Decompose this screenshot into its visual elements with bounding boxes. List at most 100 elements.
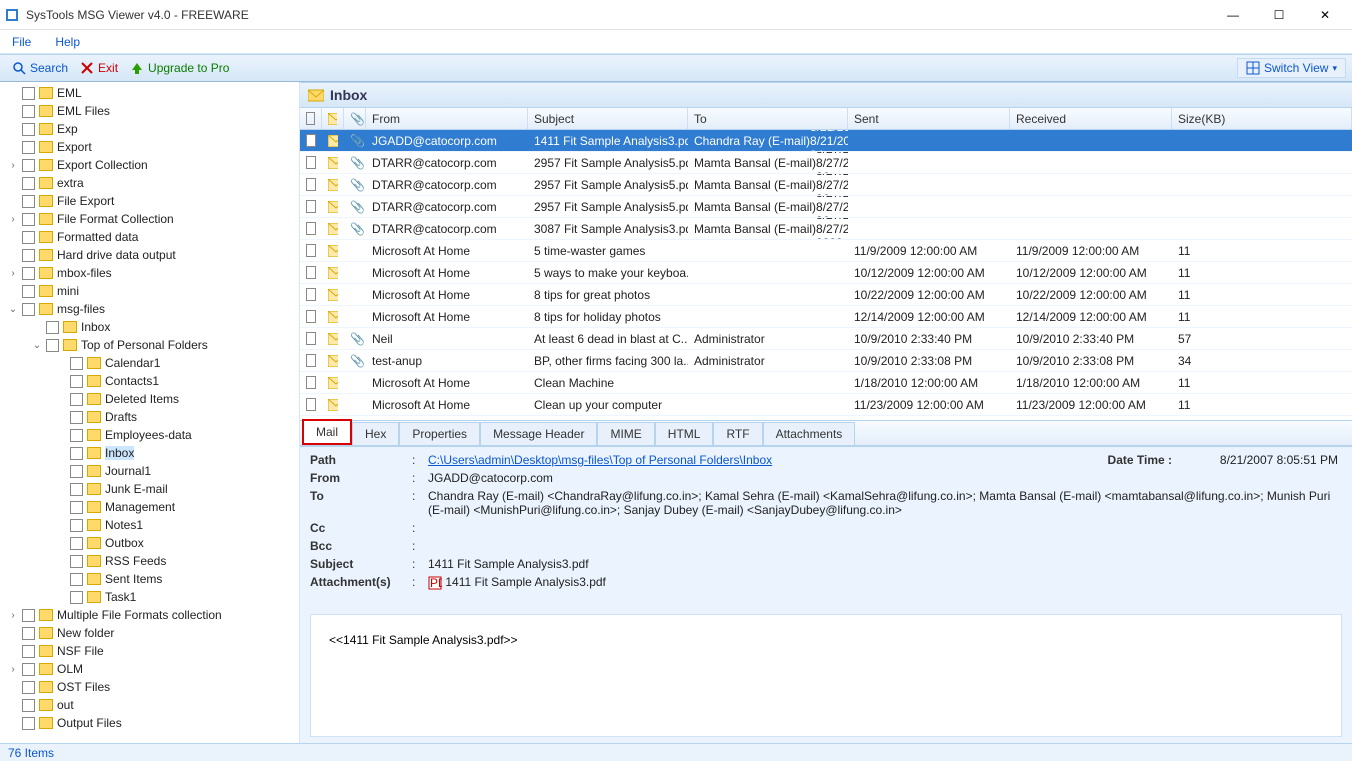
tab-mail[interactable]: Mail xyxy=(302,419,352,445)
tree-item[interactable]: ›Multiple File Formats collection xyxy=(0,606,299,624)
row-checkbox[interactable] xyxy=(306,134,316,147)
tree-item[interactable]: Employees-data xyxy=(0,426,299,444)
tree-item[interactable]: Deleted Items xyxy=(0,390,299,408)
tab-message-header[interactable]: Message Header xyxy=(480,422,597,445)
tree-item[interactable]: Inbox xyxy=(0,318,299,336)
tree-checkbox[interactable] xyxy=(22,717,35,730)
message-row[interactable]: Microsoft At HomeClean Machine1/18/2010 … xyxy=(300,372,1352,394)
tree-item[interactable]: Exp xyxy=(0,120,299,138)
row-checkbox[interactable] xyxy=(306,222,316,235)
tree-checkbox[interactable] xyxy=(22,105,35,118)
tree-item[interactable]: Sent Items xyxy=(0,570,299,588)
tree-checkbox[interactable] xyxy=(70,537,83,550)
row-checkbox[interactable] xyxy=(306,244,316,257)
tree-item[interactable]: ⌄Top of Personal Folders xyxy=(0,336,299,354)
tree-checkbox[interactable] xyxy=(22,303,35,316)
message-row[interactable]: 📎DTARR@catocorp.com2957 Fit Sample Analy… xyxy=(300,196,1352,218)
message-row[interactable]: Microsoft At Home8 tips for great photos… xyxy=(300,284,1352,306)
tree-checkbox[interactable] xyxy=(70,465,83,478)
message-row[interactable]: 📎DTARR@catocorp.com2957 Fit Sample Analy… xyxy=(300,152,1352,174)
chevron-icon[interactable]: › xyxy=(8,214,18,225)
tree-checkbox[interactable] xyxy=(22,177,35,190)
tree-item[interactable]: Journal1 xyxy=(0,462,299,480)
col-sent[interactable]: Sent xyxy=(848,108,1010,129)
tree-item[interactable]: Export xyxy=(0,138,299,156)
close-button[interactable]: ✕ xyxy=(1302,0,1348,30)
tree-checkbox[interactable] xyxy=(22,663,35,676)
tree-item[interactable]: Inbox xyxy=(0,444,299,462)
tree-item[interactable]: Hard drive data output xyxy=(0,246,299,264)
tree-checkbox[interactable] xyxy=(22,609,35,622)
tree-item[interactable]: EML Files xyxy=(0,102,299,120)
message-row[interactable]: 📎JGADD@catocorp.com1411 Fit Sample Analy… xyxy=(300,130,1352,152)
tree-item[interactable]: NSF File xyxy=(0,642,299,660)
row-checkbox[interactable] xyxy=(306,178,316,191)
tree-checkbox[interactable] xyxy=(22,141,35,154)
message-row[interactable]: 📎DTARR@catocorp.com3087 Fit Sample Analy… xyxy=(300,218,1352,240)
message-row[interactable]: Microsoft At Home5 ways to make your key… xyxy=(300,262,1352,284)
tree-item[interactable]: ›mbox-files xyxy=(0,264,299,282)
tree-item[interactable]: File Export xyxy=(0,192,299,210)
tree-checkbox[interactable] xyxy=(22,231,35,244)
menu-help[interactable]: Help xyxy=(55,35,80,49)
tree-checkbox[interactable] xyxy=(70,429,83,442)
tree-checkbox[interactable] xyxy=(70,375,83,388)
row-checkbox[interactable] xyxy=(306,288,316,301)
tab-rtf[interactable]: RTF xyxy=(713,422,762,445)
tree-checkbox[interactable] xyxy=(70,555,83,568)
tree-checkbox[interactable] xyxy=(70,573,83,586)
switch-view-button[interactable]: Switch View ▾ xyxy=(1237,58,1346,78)
message-row[interactable]: 📎test-anupBP, other firms facing 300 la.… xyxy=(300,350,1352,372)
tree-checkbox[interactable] xyxy=(22,285,35,298)
tree-item[interactable]: New folder xyxy=(0,624,299,642)
folder-tree[interactable]: EMLEML FilesExpExport›Export Collectione… xyxy=(0,82,300,743)
tree-item[interactable]: ›File Format Collection xyxy=(0,210,299,228)
tree-checkbox[interactable] xyxy=(70,411,83,424)
row-checkbox[interactable] xyxy=(306,376,316,389)
detail-attachments[interactable]: PDF 1411 Fit Sample Analysis3.pdf xyxy=(428,575,1342,590)
tree-item[interactable]: Junk E-mail xyxy=(0,480,299,498)
tree-item[interactable]: Task1 xyxy=(0,588,299,606)
tree-checkbox[interactable] xyxy=(22,123,35,136)
tree-item[interactable]: Formatted data xyxy=(0,228,299,246)
message-row[interactable]: Microsoft At HomeClean up your computer1… xyxy=(300,394,1352,416)
tab-hex[interactable]: Hex xyxy=(352,422,399,445)
chevron-icon[interactable]: ⌄ xyxy=(8,304,18,315)
tree-checkbox[interactable] xyxy=(46,321,59,334)
col-subject[interactable]: Subject xyxy=(528,108,688,129)
tree-checkbox[interactable] xyxy=(22,699,35,712)
tree-checkbox[interactable] xyxy=(22,681,35,694)
tree-item[interactable]: RSS Feeds xyxy=(0,552,299,570)
tree-checkbox[interactable] xyxy=(70,483,83,496)
tree-checkbox[interactable] xyxy=(22,159,35,172)
row-checkbox[interactable] xyxy=(306,354,316,367)
chevron-icon[interactable]: › xyxy=(8,160,18,171)
message-row[interactable]: 📎DTARR@catocorp.com2957 Fit Sample Analy… xyxy=(300,174,1352,196)
detail-path[interactable]: C:\Users\admin\Desktop\msg-files\Top of … xyxy=(428,453,1342,467)
chevron-icon[interactable]: ⌄ xyxy=(32,340,42,351)
tree-checkbox[interactable] xyxy=(46,339,59,352)
row-checkbox[interactable] xyxy=(306,156,316,169)
exit-button[interactable]: Exit xyxy=(74,59,124,77)
tree-item[interactable]: Notes1 xyxy=(0,516,299,534)
tree-checkbox[interactable] xyxy=(22,627,35,640)
search-button[interactable]: Search xyxy=(6,59,74,77)
tree-checkbox[interactable] xyxy=(70,501,83,514)
tree-item[interactable]: Outbox xyxy=(0,534,299,552)
tree-item[interactable]: EML xyxy=(0,84,299,102)
tree-checkbox[interactable] xyxy=(22,249,35,262)
tree-item[interactable]: ›OLM xyxy=(0,660,299,678)
chevron-icon[interactable]: › xyxy=(8,268,18,279)
tree-item[interactable]: extra xyxy=(0,174,299,192)
chevron-icon[interactable]: › xyxy=(8,610,18,621)
tree-item[interactable]: Drafts xyxy=(0,408,299,426)
tree-item[interactable]: Management xyxy=(0,498,299,516)
tree-item[interactable]: ›Export Collection xyxy=(0,156,299,174)
tree-checkbox[interactable] xyxy=(70,591,83,604)
row-checkbox[interactable] xyxy=(306,398,316,411)
row-checkbox[interactable] xyxy=(306,332,316,345)
col-from[interactable]: From xyxy=(366,108,528,129)
tree-item[interactable]: OST Files xyxy=(0,678,299,696)
tree-item[interactable]: Contacts1 xyxy=(0,372,299,390)
message-list[interactable]: 📎JGADD@catocorp.com1411 Fit Sample Analy… xyxy=(300,130,1352,420)
